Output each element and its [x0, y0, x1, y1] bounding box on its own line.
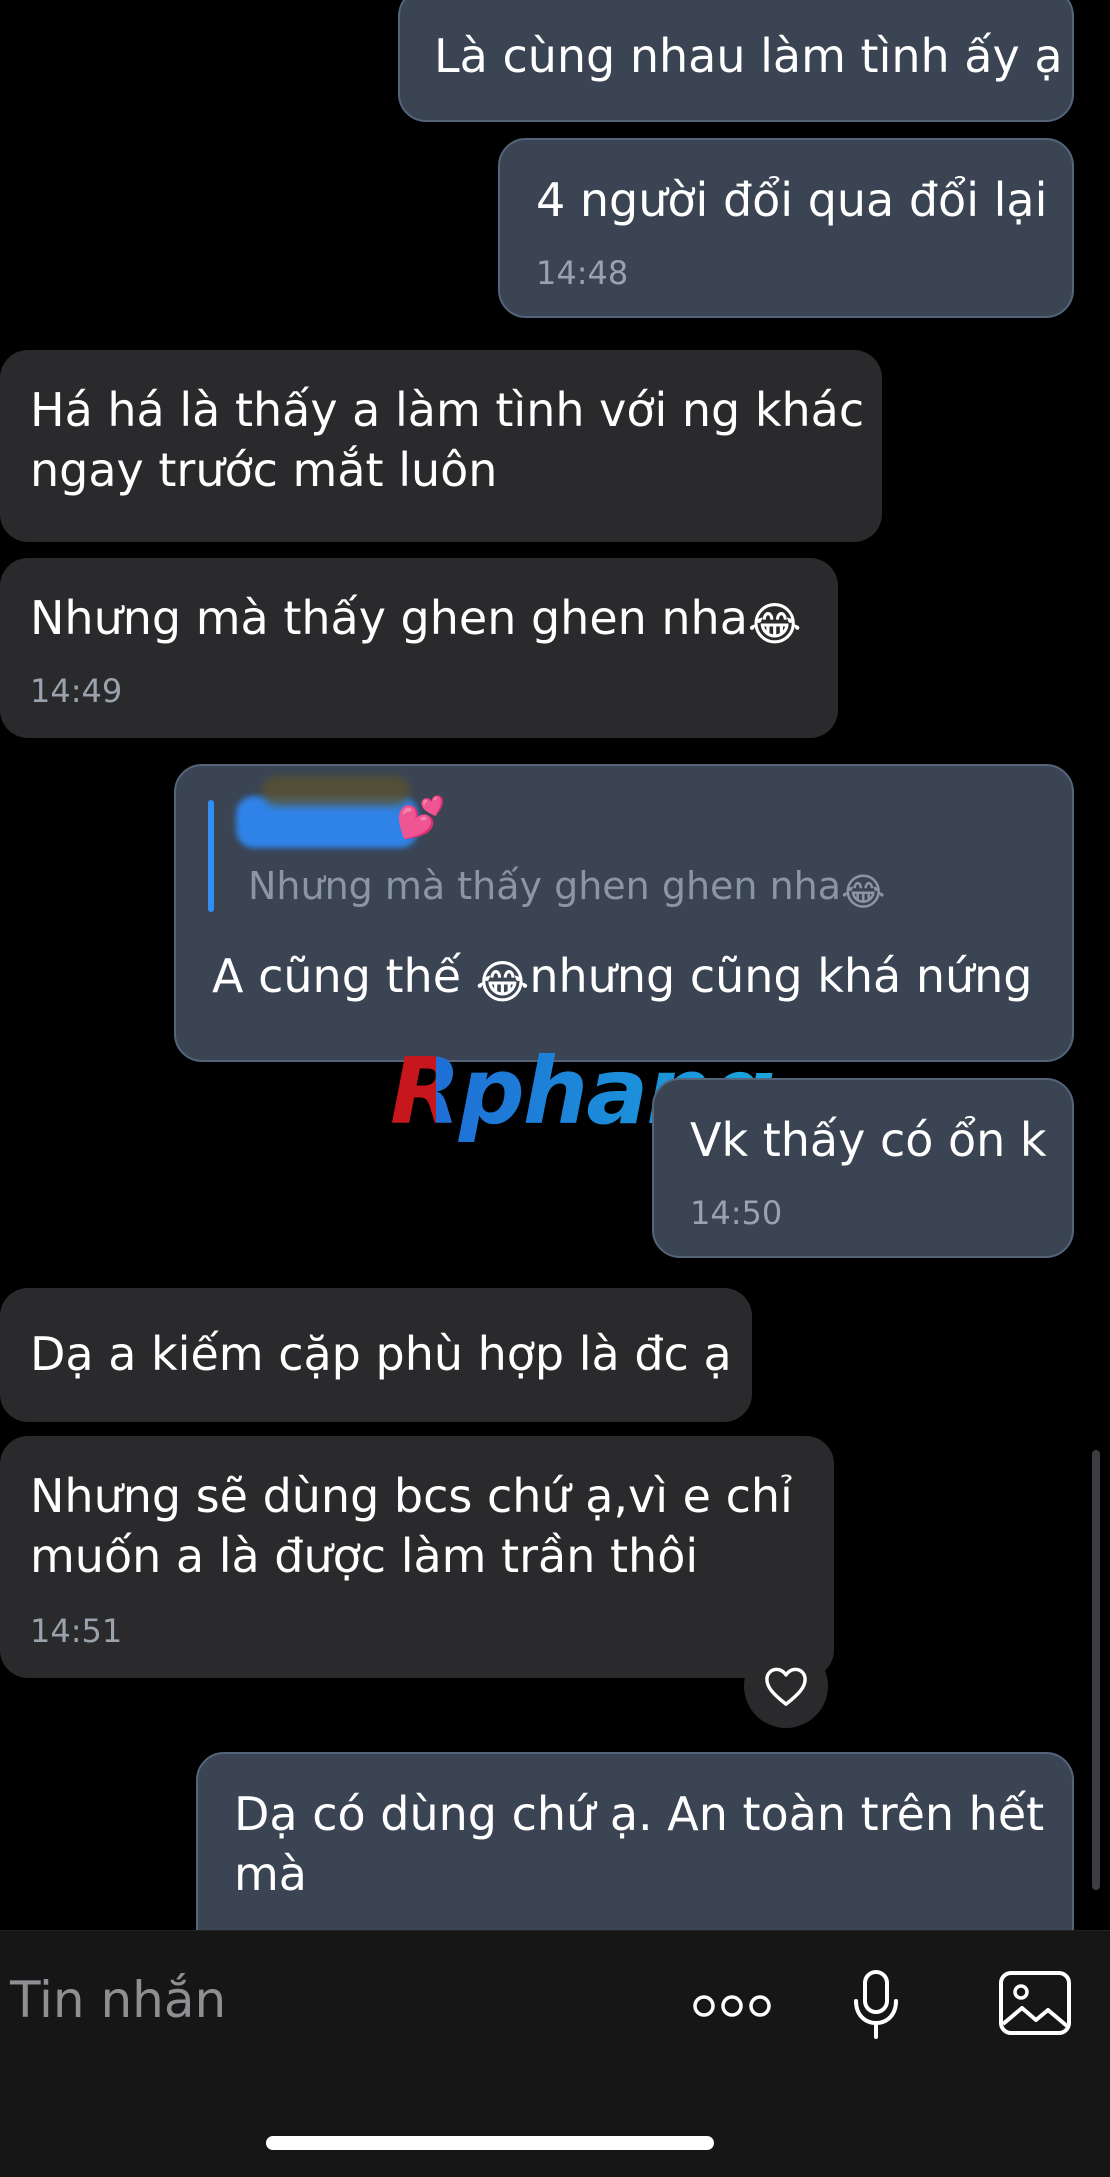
message-input[interactable]: Tin nhắn — [10, 1971, 226, 2029]
message-timestamp: 14:51 — [30, 1612, 123, 1650]
message-text-line: Nhưng sẽ dùng bcs chứ ạ,vì e chỉ — [30, 1469, 793, 1523]
gallery-icon[interactable] — [996, 1967, 1074, 2039]
message-text: Nhưng mà thấy ghen ghen nha😂 — [30, 588, 802, 654]
scrollbar[interactable] — [1092, 1450, 1100, 1890]
microphone-icon[interactable] — [846, 1967, 906, 2043]
message-text: Dạ a kiếm cặp phù hợp là đc ạ — [30, 1327, 732, 1381]
message-bubble-incoming[interactable]: Dạ a kiếm cặp phù hợp là đc ạ — [0, 1288, 752, 1422]
reply-quote-bar — [208, 800, 214, 912]
message-timestamp: 14:49 — [30, 672, 123, 710]
message-text: Là cùng nhau làm tình ấy ạ — [434, 29, 1063, 83]
laugh-emoji-icon: 😂 — [841, 870, 886, 914]
reply-quote-text: Nhưng mà thấy ghen ghen nha😂 — [248, 856, 885, 922]
message-text-line: mà — [234, 1847, 307, 1901]
message-text-line: muốn a là được làm trần thôi — [30, 1529, 699, 1583]
message-timestamp: 14:50 — [690, 1194, 783, 1232]
sender-heart-emoji-icon: 💕 — [396, 795, 446, 841]
message-bubble-incoming[interactable]: Nhưng mà thấy ghen ghen nha😂 14:49 — [0, 558, 838, 738]
message-text: A cũng thế 😂nhưng cũng khá nứng — [212, 946, 1033, 1012]
message-bubble-incoming[interactable]: Nhưng sẽ dùng bcs chứ ạ,vì e chỉ muốn a … — [0, 1436, 834, 1678]
more-dots-icon[interactable] — [690, 1981, 774, 2031]
message-bubble-outgoing-reply[interactable]: 💕 Nhưng mà thấy ghen ghen nha😂 A cũng th… — [174, 764, 1074, 1062]
message-bubble-outgoing[interactable]: Là cùng nhau làm tình ấy ạ — [398, 0, 1074, 122]
laugh-emoji-icon: 😂 — [747, 597, 802, 651]
message-timestamp: 14:48 — [536, 254, 629, 292]
message-text: 4 người đổi qua đổi lại — [536, 173, 1048, 227]
react-heart-button[interactable] — [744, 1644, 828, 1728]
message-text-line: Há há là thấy a làm tình với ng khác — [30, 383, 865, 437]
message-text-line: ngay trước mắt luôn — [30, 443, 498, 497]
message-text: Vk thấy có ổn k — [690, 1113, 1047, 1167]
home-indicator[interactable] — [266, 2136, 714, 2150]
heart-icon — [765, 1667, 807, 1706]
message-bubble-outgoing[interactable]: 4 người đổi qua đổi lại 14:48 — [498, 138, 1074, 318]
message-bubble-incoming[interactable]: Há há là thấy a làm tình với ng khác nga… — [0, 350, 882, 542]
message-bubble-outgoing[interactable]: Vk thấy có ổn k 14:50 — [652, 1078, 1074, 1258]
laugh-emoji-icon: 😂 — [475, 955, 530, 1009]
redacted-sender-highlight — [262, 776, 410, 806]
message-text-line: Dạ có dùng chứ ạ. An toàn trên hết — [234, 1787, 1045, 1841]
